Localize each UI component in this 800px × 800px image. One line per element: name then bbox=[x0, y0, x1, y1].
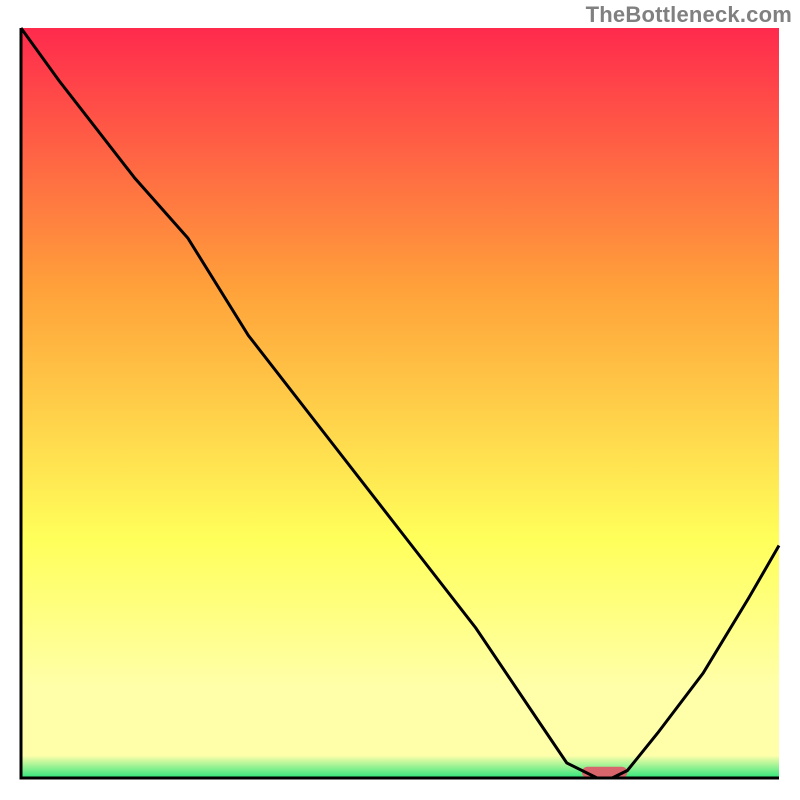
chart-canvas: TheBottleneck.com bbox=[0, 0, 800, 800]
bottleneck-chart bbox=[0, 0, 800, 800]
gradient-background bbox=[21, 28, 779, 778]
